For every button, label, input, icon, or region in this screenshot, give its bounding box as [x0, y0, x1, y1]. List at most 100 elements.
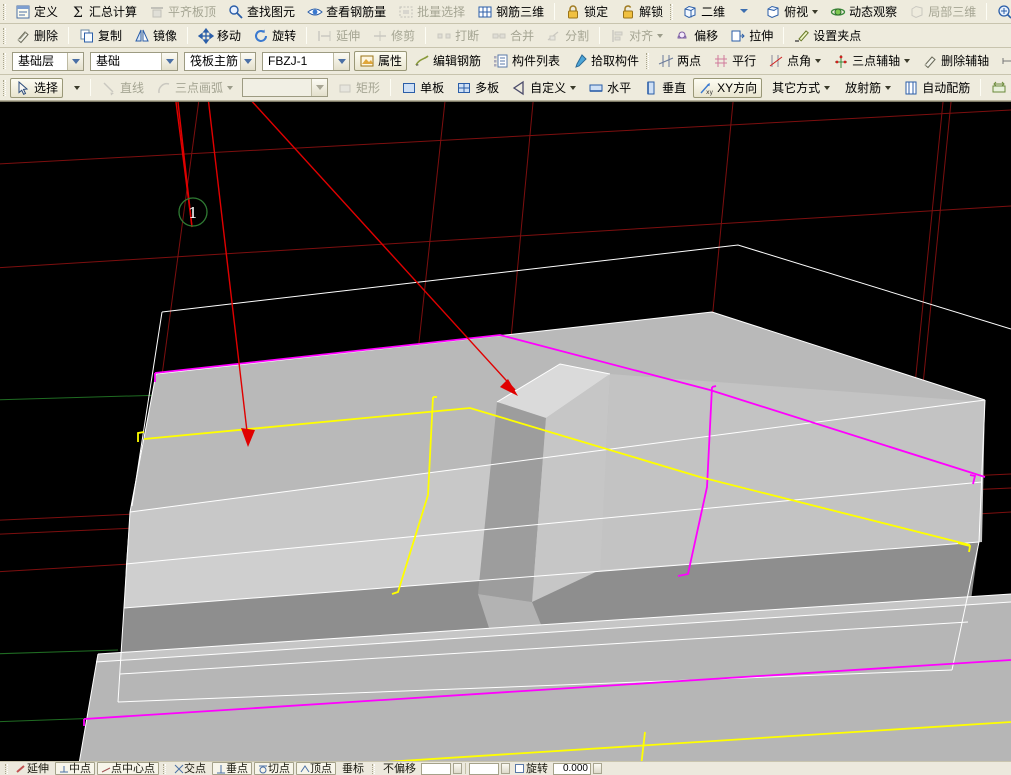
toolbar-button-rotate[interactable]: 旋转 [248, 26, 301, 46]
toolbar-button-define[interactable]: 定义 [10, 2, 63, 22]
toolbar-grip[interactable] [670, 3, 674, 20]
toolbar-button-parallel[interactable]: 平行 [708, 51, 761, 71]
toolbar-label: 打断 [455, 28, 480, 43]
toolbar-grip[interactable] [646, 53, 650, 69]
toolbar-button-trim[interactable]: 修剪 [367, 26, 420, 46]
statusbar-offset-field[interactable] [421, 762, 451, 775]
toolbar-button-offset[interactable]: 偏移 [670, 26, 723, 46]
toolbar-button-line[interactable]: 直线 [96, 78, 149, 98]
statusbar-offset-spinner[interactable] [453, 763, 462, 774]
component-type-select[interactable]: 筏板主筋 [184, 51, 256, 71]
toolbar-button-align-slab-top[interactable]: 平齐板顶 [144, 2, 221, 22]
statusbar-rotate-toggle[interactable]: 旋转 [511, 762, 552, 775]
toolbar-button-three-point-arc[interactable]: 三点画弧 [151, 78, 238, 98]
toolbar-grip[interactable] [3, 53, 6, 69]
toolbar-button-radial-rebar[interactable]: 放射筋 [837, 78, 896, 98]
level-select[interactable]: 基础层 [12, 51, 84, 71]
toolbar-button-find-element[interactable]: 查找图元 [223, 2, 300, 22]
statusbar-snap-perpendicular[interactable]: 垂点 [212, 762, 252, 775]
toolbar-button-fullscreen[interactable]: 全屏 [992, 2, 1011, 22]
toolbar-button-horizontal[interactable]: 水平 [583, 78, 636, 98]
toolbar-button-point-angle[interactable]: 点角 [763, 51, 826, 71]
toolbar-button-align[interactable]: 对齐 [605, 26, 668, 46]
three-point-axis-icon [833, 53, 849, 69]
toolbar-button-unlock[interactable]: 解锁 [615, 2, 668, 22]
statusbar-no-offset[interactable]: 不偏移 [379, 762, 420, 775]
toolbar-button-rectangle[interactable]: 矩形 [332, 78, 385, 98]
toolbar-button-top-view[interactable]: 俯视 [760, 2, 823, 22]
toolbar-button-rebar-3d[interactable]: 钢筋三维 [472, 2, 549, 22]
chevron-down-icon[interactable] [161, 52, 177, 70]
toolbar-button-pick-component[interactable]: 拾取构件 [567, 51, 644, 71]
toolbar-button-vertical[interactable]: 垂直 [638, 78, 691, 98]
toolbar-button-extend[interactable]: 延伸 [312, 26, 365, 46]
toolbar-button-set-grip-point[interactable]: 设置夹点 [789, 26, 866, 46]
toolbar-button-multi-plate[interactable]: 多板 [451, 78, 504, 98]
toolbar-button-lock[interactable]: 锁定 [560, 2, 613, 22]
toolbar-grip[interactable] [3, 27, 6, 44]
unlock-icon [620, 4, 636, 20]
toolbar-button-component-list[interactable]: 构件列表 [488, 51, 565, 71]
statusbar-rotation-value-field[interactable]: 0.000 [553, 762, 591, 775]
toolbar-button-three-point-axis[interactable]: 三点辅轴 [828, 51, 915, 71]
toolbar-button-dynamic-observe[interactable]: 动态观察 [825, 2, 902, 22]
toolbar-button-other-method[interactable]: 其它方式 [764, 78, 835, 98]
draw-mode-select[interactable] [242, 78, 329, 97]
toolbar-button-break[interactable]: 打断 [431, 26, 484, 46]
rotate-checkbox[interactable] [515, 764, 524, 773]
toolbar-button-single-plate[interactable]: 单板 [396, 78, 449, 98]
chevron-down-icon [570, 85, 577, 90]
statusbar-snap-vertex[interactable]: 顶点 [296, 762, 336, 775]
toolbar-button-delete-axis[interactable]: 删除辅轴 [917, 51, 994, 71]
statusbar-extend[interactable]: 延伸 [12, 762, 53, 775]
batch-select-icon [398, 4, 414, 20]
statusbar-grip[interactable] [372, 763, 375, 774]
toolbar-grip[interactable] [3, 79, 6, 96]
statusbar-second-field[interactable] [469, 762, 499, 775]
toolbar-button-edit-rebar[interactable]: 编辑钢筋 [409, 51, 486, 71]
toolbar-button-auto-rebar[interactable]: 自动配筋 [898, 78, 975, 98]
trim-icon [372, 28, 388, 44]
statusbar-snap-intersection[interactable]: 交点 [170, 762, 210, 775]
statusbar-grip[interactable] [5, 763, 8, 774]
toolbar-button-two-point[interactable]: 两点 [653, 51, 706, 71]
chevron-down-icon[interactable] [311, 79, 328, 96]
statusbar-midpoint[interactable]: 中点 [55, 762, 95, 775]
toolbar-button-stretch[interactable]: 拉伸 [725, 26, 778, 46]
toolbar-separator [554, 3, 556, 20]
statusbar-grip[interactable] [163, 763, 166, 774]
toolbar-dropdown-select[interactable] [65, 78, 85, 98]
toolbar-button-local-3d[interactable]: 局部三维 [904, 2, 981, 22]
toolbar-dropdown-2d-view[interactable] [732, 2, 758, 22]
category-select[interactable]: 基础 [90, 51, 178, 71]
model-viewport-3d[interactable]: 1 C Z Y X [0, 101, 1011, 761]
toolbar-button-custom[interactable]: 自定义 [506, 78, 581, 98]
statusbar-snap-tangent[interactable]: 切点 [254, 762, 294, 775]
toolbar-button-view-rebar-qty[interactable]: 查看钢筋量 [302, 2, 391, 22]
toolbar-button-2d-view[interactable]: 二维 [677, 2, 730, 22]
toolbar-button-move[interactable]: 移动 [193, 26, 246, 46]
statusbar-center-point[interactable]: 点中心点 [97, 762, 159, 775]
toolbar-button-select[interactable]: 选择 [10, 77, 64, 98]
toolbar-button-copy[interactable]: 复制 [74, 26, 127, 46]
toolbar-button-delete[interactable]: 删除 [10, 26, 63, 46]
toolbar-button-property[interactable]: 属性 [354, 51, 408, 71]
component-name-select[interactable]: FBZJ-1 [262, 51, 350, 71]
chevron-down-icon[interactable] [67, 52, 83, 70]
toolbar-button-split[interactable]: 分割 [541, 26, 594, 46]
toolbar-button-summary-calc[interactable]: Σ 汇总计算 [65, 2, 142, 22]
statusbar-rotation-spinner[interactable] [593, 763, 602, 774]
viewport-canvas[interactable]: 1 C Z Y X [0, 102, 1011, 761]
toolbar-grip[interactable] [3, 3, 6, 20]
statusbar-second-spinner[interactable] [501, 763, 510, 774]
break-icon [436, 28, 452, 44]
toolbar-button-merge[interactable]: 合并 [486, 26, 539, 46]
statusbar-snap-perp-dim[interactable]: 垂标 [338, 762, 368, 775]
toolbar-button-swap-left-right-label[interactable]: 交换左右标注 [986, 78, 1011, 98]
chevron-down-icon[interactable] [239, 52, 255, 70]
toolbar-button-mirror[interactable]: 镜像 [129, 26, 182, 46]
toolbar-button-batch-select[interactable]: 批量选择 [393, 2, 470, 22]
chevron-down-icon[interactable] [333, 52, 349, 70]
toolbar-button-measure[interactable]: 尺 [996, 51, 1011, 71]
toolbar-button-xy-direction[interactable]: xy XY方向 [693, 77, 763, 98]
